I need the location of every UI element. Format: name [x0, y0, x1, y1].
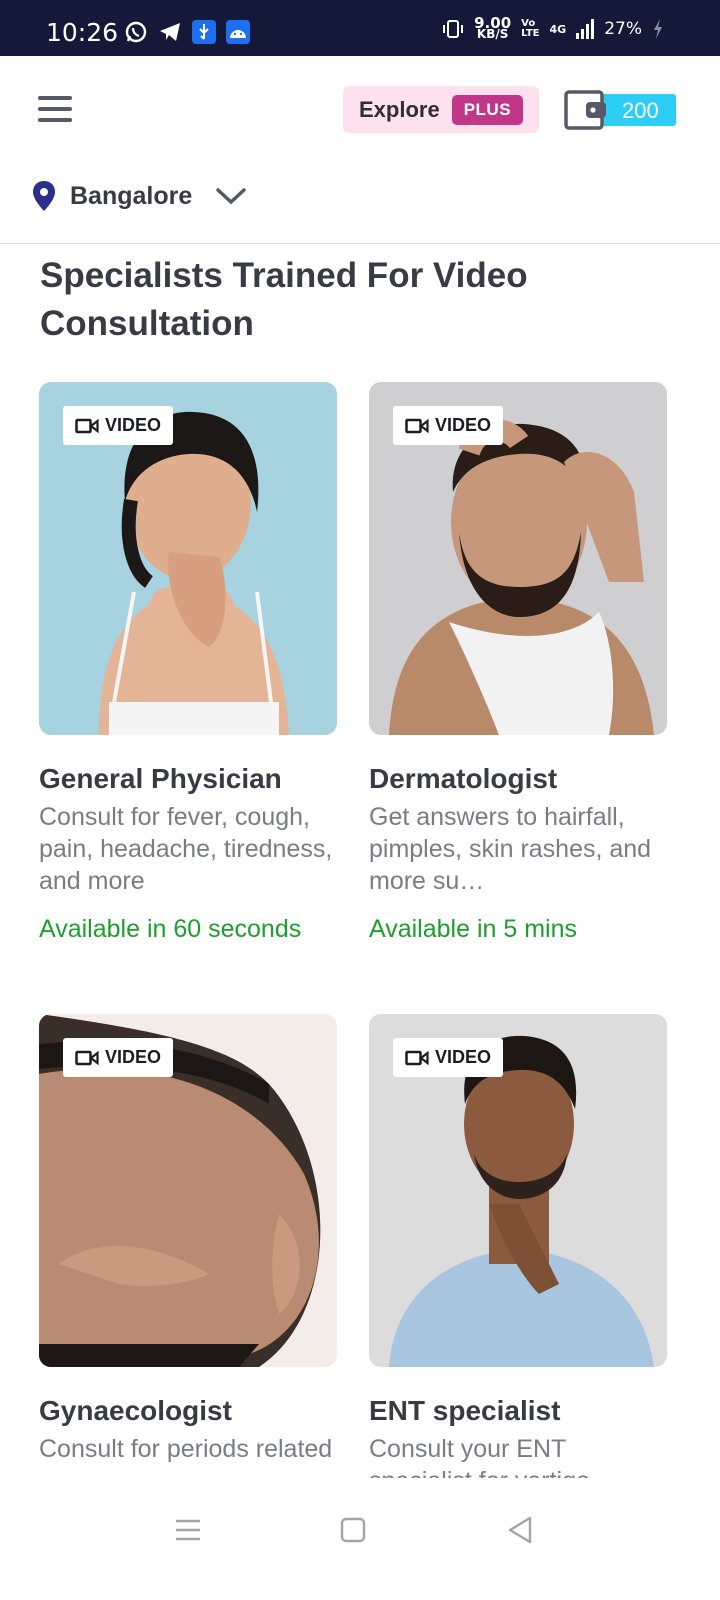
- card-title: ENT specialist: [369, 1395, 561, 1426]
- video-camera-icon: [75, 418, 99, 433]
- card-image: VIDEO: [39, 1014, 337, 1367]
- card-description: Get answers to hairfall, pimples, skin r…: [369, 803, 652, 895]
- wallet-icon: [564, 90, 606, 130]
- card-title: Dermatologist: [369, 763, 558, 794]
- location-pin-icon: [33, 181, 55, 211]
- usb-icon: [192, 20, 216, 44]
- charging-icon: [654, 19, 662, 39]
- wallet-button[interactable]: 200: [564, 90, 676, 130]
- android-icon: [226, 20, 250, 44]
- video-tag: VIDEO: [393, 1038, 504, 1077]
- wallet-balance: 200: [622, 98, 659, 123]
- network-type: 4G: [549, 22, 567, 36]
- location-city: Bangalore: [70, 181, 193, 210]
- system-navigation-bar: [0, 1478, 720, 1600]
- specialist-card-dermatologist[interactable]: VIDEO Dermatologist Get answers to hairf…: [369, 382, 667, 945]
- plus-badge: PLUS: [451, 94, 524, 125]
- video-camera-icon: [75, 1050, 99, 1065]
- card-title: General Physician: [39, 763, 282, 794]
- explore-label: Explore: [359, 96, 440, 122]
- explore-plus-button[interactable]: Explore PLUS: [343, 86, 539, 133]
- video-tag: VIDEO: [393, 406, 504, 445]
- system-status-icons: 9.00 KB/S Vo LTE 4G 27%: [442, 14, 664, 41]
- video-tag: VIDEO: [63, 1038, 174, 1077]
- video-tag: VIDEO: [63, 406, 174, 445]
- home-icon[interactable]: [331, 1508, 375, 1552]
- signal-icon: [576, 19, 595, 39]
- card-image: VIDEO: [39, 382, 337, 735]
- status-bar: 10:26 9.00 KB/S Vo LTE 4G 27%: [0, 0, 720, 56]
- header-divider: [0, 243, 720, 244]
- status-time: 10:26: [46, 18, 119, 47]
- card-availability: Available in 5 mins: [369, 915, 577, 943]
- hamburger-menu-icon[interactable]: [38, 96, 72, 124]
- card-image: VIDEO: [369, 382, 667, 735]
- chevron-down-icon: [216, 188, 247, 205]
- specialist-card-ent-specialist[interactable]: VIDEO ENT specialist Consult your ENT sp…: [369, 1014, 667, 1529]
- video-camera-icon: [405, 418, 429, 433]
- net-speed: 9.00 KB/S: [474, 14, 512, 41]
- video-camera-icon: [405, 1050, 429, 1065]
- location-selector[interactable]: Bangalore: [32, 180, 247, 212]
- specialist-card-general-physician[interactable]: VIDEO General Physician Consult for feve…: [39, 382, 337, 945]
- whatsapp-icon: [124, 20, 148, 44]
- back-icon[interactable]: [498, 1508, 542, 1552]
- notification-icons: [124, 20, 250, 44]
- card-availability: Available in 60 seconds: [39, 915, 302, 943]
- telegram-icon: [158, 20, 182, 44]
- specialist-card-gynaecologist[interactable]: VIDEO Gynaecologist Consult for periods …: [39, 1014, 337, 1529]
- battery-percent: 27%: [604, 19, 642, 39]
- volte-indicator: Vo LTE: [521, 18, 540, 39]
- recent-apps-icon[interactable]: [166, 1508, 210, 1552]
- card-image: VIDEO: [369, 1014, 667, 1367]
- vibrate-icon: [443, 20, 464, 38]
- card-title: Gynaecologist: [39, 1395, 232, 1426]
- section-title: Specialists Trained For Video Consultati…: [40, 256, 528, 343]
- card-description: Consult for fever, cough, pain, headache…: [39, 803, 333, 895]
